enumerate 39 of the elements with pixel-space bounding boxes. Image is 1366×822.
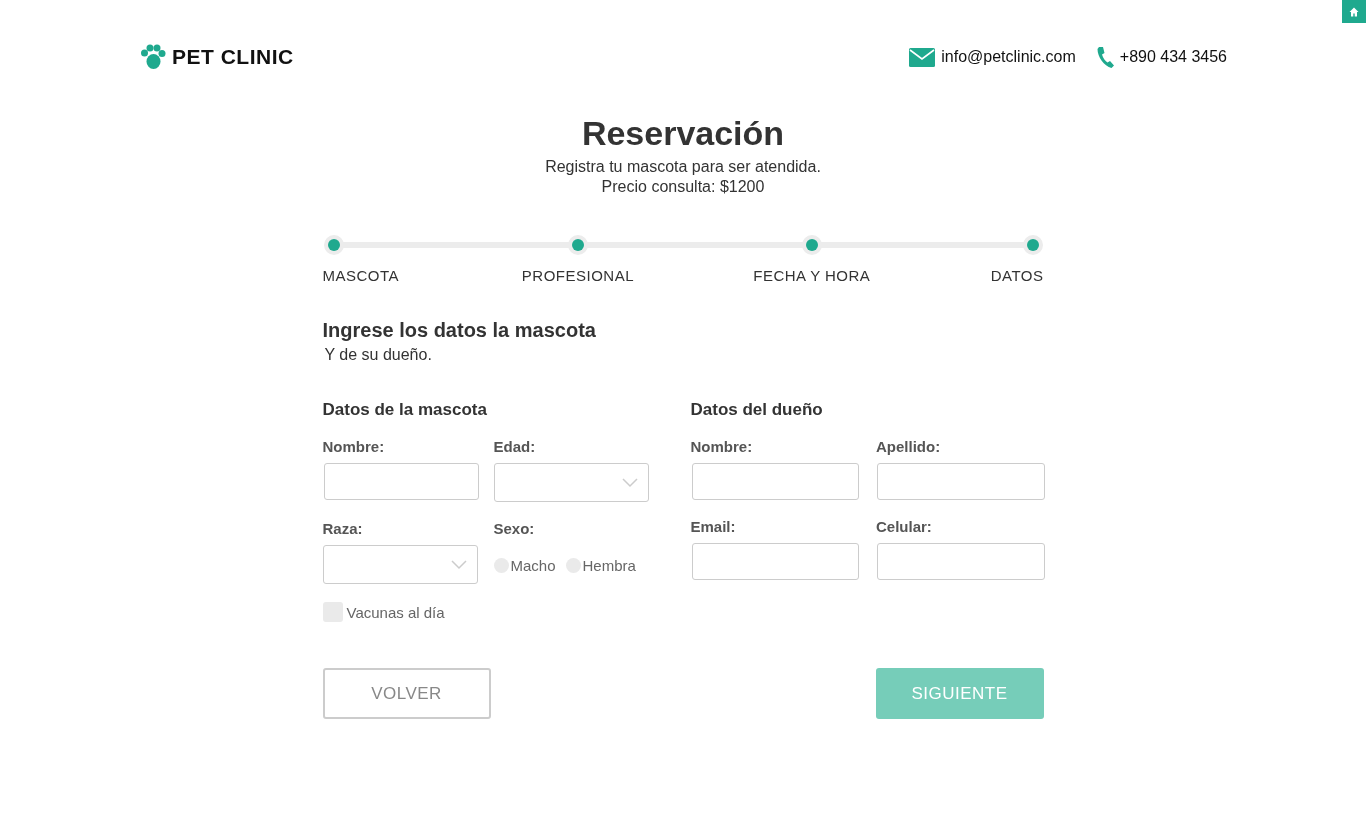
field-label: Email: <box>690 518 737 535</box>
radio-option[interactable]: Macho <box>493 557 556 574</box>
phone-number: +890 434 3456 <box>1119 48 1227 66</box>
chevron-down-icon <box>621 477 638 488</box>
mail-icon <box>909 47 936 67</box>
phone-icon <box>1095 46 1114 68</box>
input-field[interactable] <box>691 543 859 580</box>
price-text: Precio consulta: $1200 <box>600 177 766 197</box>
input-field[interactable] <box>691 463 859 500</box>
field-label: Apellido: <box>876 438 942 455</box>
vaccines-checkbox[interactable]: Vacunas al día <box>322 602 445 622</box>
form-heading: Ingrese los datos la mascota <box>322 319 597 342</box>
brand-name: PET CLINIC <box>172 45 294 69</box>
field-label: Edad: <box>493 438 537 455</box>
field-label: Sexo: <box>493 520 536 537</box>
field-label: Nombre: <box>322 438 386 455</box>
section-title: Datos de la mascota <box>322 400 488 420</box>
input-field[interactable] <box>323 463 479 500</box>
select-field[interactable] <box>493 463 649 502</box>
back-button[interactable]: VOLVER <box>322 668 491 719</box>
form-subheading: Y de su dueño. <box>324 346 433 364</box>
paw-icon <box>140 44 166 70</box>
step-label: DATOS <box>990 267 1044 284</box>
home-icon[interactable] <box>1342 0 1366 23</box>
input-field[interactable] <box>877 463 1045 500</box>
select-field[interactable] <box>322 545 478 584</box>
email-address: info@petclinic.com <box>941 48 1076 66</box>
step-label: FECHA Y HORA <box>753 267 871 284</box>
field-label: Raza: <box>322 520 364 537</box>
page-subtitle: Registra tu mascota para ser atendida. <box>544 157 822 177</box>
page-title: Reservación <box>580 114 786 153</box>
radio-option[interactable]: Hembra <box>565 557 636 574</box>
field-label: Celular: <box>876 518 933 535</box>
field-label: Nombre: <box>690 438 754 455</box>
step-label: MASCOTA <box>322 267 400 284</box>
chevron-down-icon <box>450 559 467 570</box>
section-title: Datos del dueño <box>690 400 824 420</box>
step-label: PROFESIONAL <box>521 267 635 284</box>
input-field[interactable] <box>877 543 1045 580</box>
